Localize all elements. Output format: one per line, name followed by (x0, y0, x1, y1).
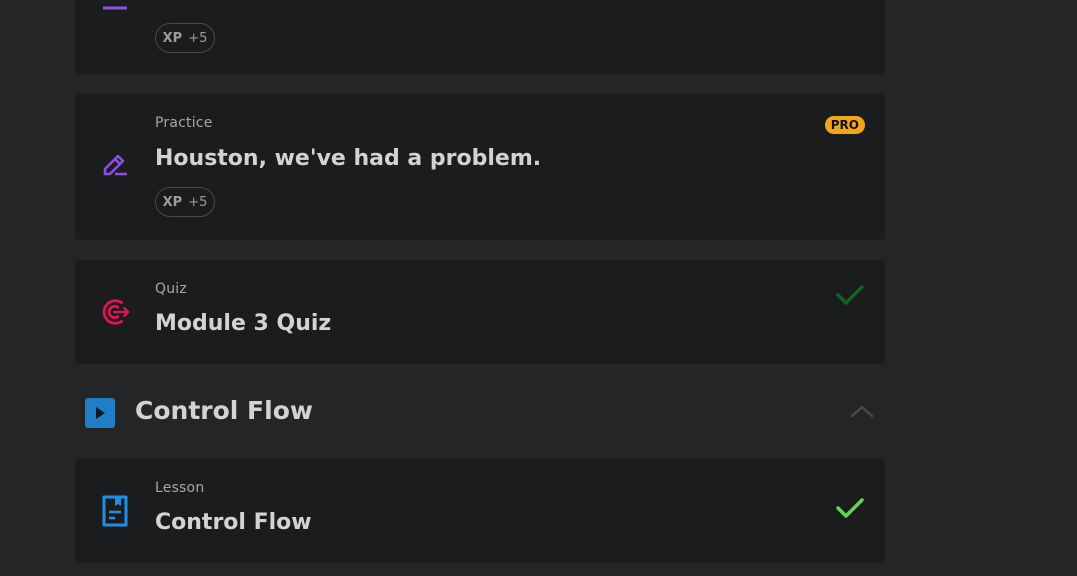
completed-check-icon (836, 498, 864, 518)
lesson-card[interactable]: Lesson Control Flow (75, 459, 885, 563)
xp-value: +5 (188, 194, 208, 210)
practice-card-top[interactable]: XP +5 (75, 0, 885, 74)
practice-card[interactable]: Practice Houston, we've had a problem. P… (75, 94, 885, 240)
item-title[interactable]: Module 3 Quiz (155, 311, 331, 336)
checklist-icon (99, 0, 131, 14)
item-title[interactable]: Houston, we've had a problem. (155, 146, 541, 171)
xp-label: XP (162, 30, 183, 46)
xp-value: +5 (188, 30, 208, 46)
document-icon (99, 495, 131, 527)
xp-badge: XP +5 (155, 23, 215, 53)
item-kind: Lesson (155, 480, 205, 496)
xp-badge: XP +5 (155, 187, 215, 217)
item-kind: Practice (155, 115, 213, 131)
section-header[interactable]: Control Flow (75, 384, 885, 438)
item-kind: Quiz (155, 281, 187, 297)
pencil-icon (99, 150, 131, 182)
quiz-card[interactable]: Quiz Module 3 Quiz (75, 260, 885, 364)
item-title[interactable]: Control Flow (155, 510, 312, 535)
play-icon (85, 398, 115, 428)
xp-label: XP (162, 194, 183, 210)
chevron-up-icon[interactable] (849, 400, 875, 420)
pro-badge: PRO (824, 116, 865, 134)
section-title: Control Flow (135, 396, 313, 425)
target-icon (99, 296, 131, 328)
completed-check-icon (836, 285, 864, 305)
